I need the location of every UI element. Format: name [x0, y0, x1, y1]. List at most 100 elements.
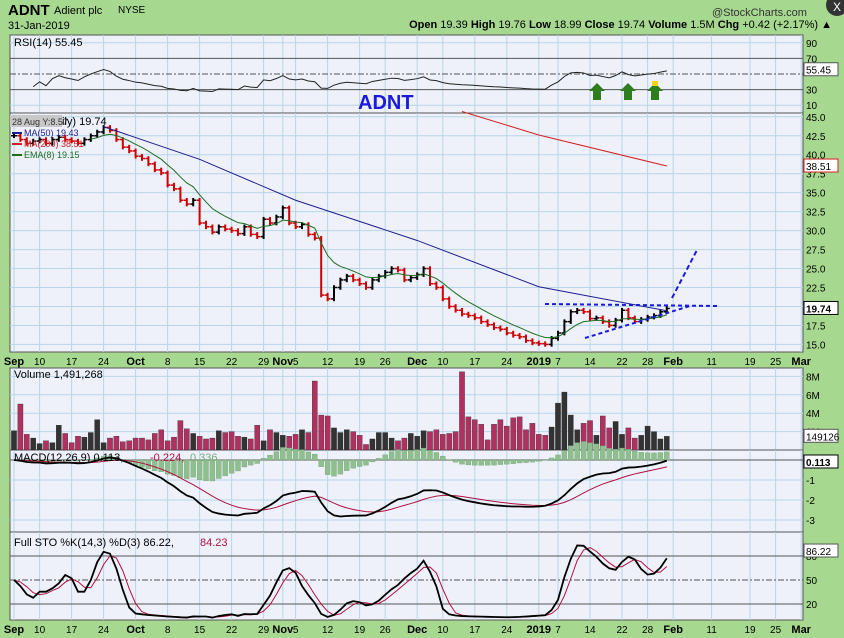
volume-bar	[600, 415, 606, 451]
x-tick-label: 10	[34, 357, 46, 368]
volume-bar	[395, 440, 401, 451]
x-tick-label: 2019	[527, 624, 551, 636]
macd-hist-bar	[472, 459, 478, 466]
x-tick-label: 11	[706, 625, 717, 636]
volume-bar	[459, 371, 465, 451]
macd-hist-bar	[555, 454, 561, 461]
volume-bar	[222, 432, 228, 451]
x-tick-label: 24	[501, 625, 513, 636]
macd-hist-bar	[536, 459, 542, 462]
x-tick-label: 19	[354, 357, 366, 368]
rsi-tick-label: 30	[806, 86, 818, 97]
x-tick-label: Dec	[407, 356, 427, 368]
volume-bar	[491, 424, 497, 451]
volume-bar	[184, 428, 190, 451]
volume-bar	[420, 430, 427, 451]
x-tick-label: 25	[770, 357, 782, 368]
volume-bar	[24, 434, 30, 451]
volume-bar	[228, 431, 235, 451]
x-tick-label: Dec	[407, 624, 427, 636]
volume-bar	[401, 437, 408, 451]
volume-bar	[408, 433, 414, 451]
volume-bar	[414, 436, 420, 451]
volume-bar	[113, 436, 120, 451]
volume-bar	[152, 433, 158, 451]
volume-bar	[638, 435, 644, 451]
x-tick-label: 25	[770, 625, 782, 636]
volume-bar	[88, 432, 94, 451]
macd-hist-bar	[260, 458, 267, 461]
volume-bar	[260, 440, 267, 451]
volume-bar	[504, 425, 510, 451]
volume-bar	[17, 403, 24, 451]
macd-hist-bar	[433, 452, 440, 461]
macd-hist-bar	[548, 457, 555, 461]
volume-bar	[120, 441, 126, 451]
volume-tick-label: 8M	[806, 372, 820, 383]
x-tick-label: Mar	[791, 624, 811, 636]
volume-bar	[36, 443, 43, 451]
volume-bar	[382, 432, 388, 451]
macd-hist-bar	[452, 459, 459, 463]
macd-hist-bar	[574, 442, 580, 461]
price-tick-label: 35.0	[806, 189, 826, 200]
macd-hist-bar	[235, 459, 241, 472]
macd-hist-bar	[273, 451, 280, 461]
volume-bar	[606, 427, 612, 451]
x-tick-label: 24	[98, 625, 110, 636]
macd-hist-bar	[484, 459, 491, 466]
volume-tick-label: 4M	[806, 409, 820, 420]
price-legend-entry: MA(50) 19.43	[24, 128, 79, 138]
volume-bar	[190, 433, 196, 451]
macd-hist-bar	[401, 450, 408, 461]
price-legend-entry: EMA(8) 19.15	[24, 150, 80, 160]
price-tick-label: 15.0	[806, 340, 826, 351]
x-tick-label: 19	[354, 625, 366, 636]
macd-hist-bar	[331, 459, 337, 477]
volume-bar	[542, 435, 548, 451]
x-tick-label: 8	[165, 357, 171, 368]
price-tick-label: 22.5	[806, 284, 826, 295]
volume-bar	[292, 434, 299, 451]
macd-hist-bar	[318, 459, 324, 467]
price-tick-label: 45.0	[806, 113, 826, 124]
volume-bar	[452, 431, 459, 451]
macd-hist-bar	[632, 451, 638, 461]
volume-bar	[196, 436, 203, 451]
volume-bar	[619, 434, 625, 451]
volume-bar	[68, 442, 75, 451]
volume-bar	[510, 417, 516, 451]
sto-d-value: 84.23	[200, 537, 228, 549]
volume-bar	[331, 427, 337, 451]
macd-hist-bar	[625, 449, 632, 461]
macd-hist-bar	[657, 452, 664, 461]
volume-bar	[529, 423, 536, 451]
macd-hist-bar	[184, 459, 190, 479]
volume-bar	[356, 435, 363, 451]
volume-bar	[318, 414, 324, 451]
macd-hist-bar	[369, 459, 376, 463]
x-tick-label: 22	[616, 357, 628, 368]
volume-bar	[94, 419, 100, 451]
volume-bar	[427, 431, 433, 451]
x-tick-label: 14	[584, 625, 596, 636]
volume-bar	[81, 436, 88, 451]
macd-hist-bar	[491, 459, 497, 466]
macd-hist-bar	[414, 449, 420, 461]
macd-hist-bar	[587, 442, 593, 461]
macd-hist-bar	[478, 459, 484, 466]
volume-bar	[440, 434, 446, 451]
macd-hist-bar	[395, 449, 401, 461]
macd-hist-bar	[344, 459, 350, 471]
macd-hist-bar	[523, 459, 529, 463]
macd-hist-bar	[568, 445, 574, 461]
volume-bar	[363, 444, 369, 451]
macd-hist-bar	[376, 458, 382, 461]
volume-bar	[478, 424, 484, 451]
volume-bar	[657, 438, 664, 451]
x-tick-label: Feb	[663, 356, 683, 368]
macd-hist-bar	[363, 459, 369, 466]
macd-hist-bar	[580, 441, 587, 461]
volume-bar	[132, 437, 139, 451]
volume-bar	[177, 420, 184, 451]
